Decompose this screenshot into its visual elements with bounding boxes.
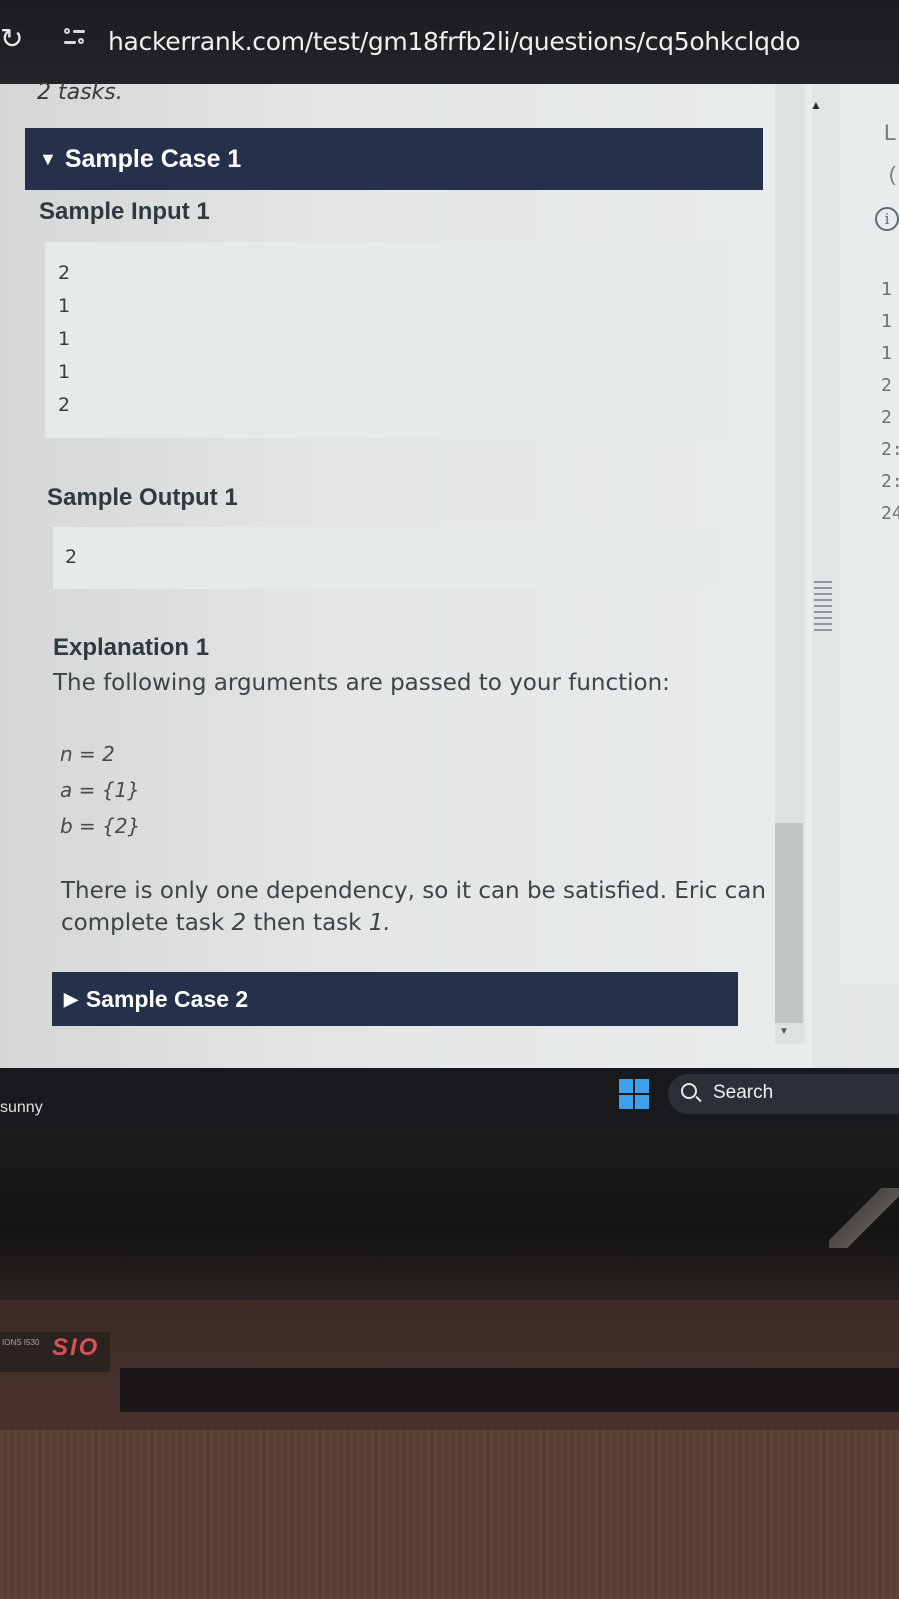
input-line: 1: [58, 295, 71, 317]
arg-a: a = {1}: [60, 778, 140, 802]
sample-output-box: 2: [53, 527, 724, 589]
sample-case-2-header[interactable]: ▶ Sample Case 2: [52, 972, 738, 1026]
windows-start-icon[interactable]: [619, 1079, 649, 1109]
weather-widget[interactable]: sunny: [0, 1099, 43, 1117]
line-number: 2: [881, 407, 892, 428]
info-icon[interactable]: i: [875, 207, 899, 231]
editor-header-partial: L: [884, 120, 897, 145]
sample-output-label: Sample Output 1: [47, 484, 238, 511]
editor-toolbar-partial: (: [889, 164, 896, 186]
line-number: 24: [881, 503, 899, 524]
search-icon: [681, 1083, 697, 1099]
reload-icon[interactable]: ↻: [0, 22, 23, 55]
line-number: 1: [881, 311, 892, 332]
page-viewport: 2 tasks. ▼ Sample Case 1 Sample Input 1 …: [0, 80, 899, 1068]
problem-statement: 2 tasks. ▼ Sample Case 1 Sample Input 1 …: [0, 80, 812, 1068]
line-number: 1: [881, 279, 892, 300]
taskbar-search-box[interactable]: [668, 1074, 899, 1114]
laptop-bezel: [0, 1128, 899, 1300]
scroll-up-arrow-icon[interactable]: ▲: [810, 98, 822, 112]
line-number: 2:: [881, 471, 899, 492]
sample-case-1-header[interactable]: ▼ Sample Case 1: [25, 128, 763, 190]
taskbar-search-label: Search: [713, 1082, 774, 1103]
sample-case-1-title: Sample Case 1: [64, 144, 242, 173]
input-line: 1: [58, 361, 71, 383]
scroll-down-arrow-icon[interactable]: ▼: [779, 1026, 789, 1037]
input-line: 2: [58, 262, 71, 284]
line-number: 2:: [881, 439, 899, 460]
explanation-text-line-1: There is only one dependency, so it can …: [61, 878, 766, 904]
site-info-icon[interactable]: [64, 28, 86, 48]
explanation-intro: The following arguments are passed to yo…: [53, 670, 670, 696]
sample-input-label: Sample Input 1: [39, 198, 210, 225]
previous-paragraph-text: 2 tasks.: [37, 80, 123, 105]
expand-triangle-icon: ▶: [64, 988, 78, 1009]
input-line: 2: [58, 394, 71, 416]
output-line: 2: [65, 546, 78, 568]
panel-resize-handle[interactable]: [814, 581, 832, 635]
scrollbar-thumb[interactable]: [775, 823, 803, 1023]
line-number: 2: [881, 375, 892, 396]
laptop-palmrest: [0, 1430, 899, 1599]
explanation-label: Explanation 1: [53, 634, 210, 661]
sample-case-2-title: Sample Case 2: [85, 985, 249, 1012]
sample-input-box: 2 1 1 1 2: [45, 242, 729, 438]
line-number: 1: [881, 343, 892, 364]
collapse-triangle-icon: ▼: [39, 148, 57, 169]
explanation-text-line-2: complete task 2 then task 1.: [61, 910, 391, 936]
laptop-hinge-strip: [120, 1368, 899, 1412]
browser-toolbar: ↻ hackerrank.com/test/gm18frfb2li/questi…: [0, 0, 899, 84]
laptop-logo-reflection: [829, 1188, 899, 1248]
arg-n: n = 2: [60, 742, 115, 766]
address-bar[interactable]: hackerrank.com/test/gm18frfb2li/question…: [108, 27, 801, 56]
sticker-brand-text: SIO: [52, 1334, 100, 1361]
sticker-small-text: IONS I530: [2, 1338, 40, 1347]
input-line: 1: [58, 328, 71, 350]
arg-b: b = {2}: [60, 814, 141, 838]
